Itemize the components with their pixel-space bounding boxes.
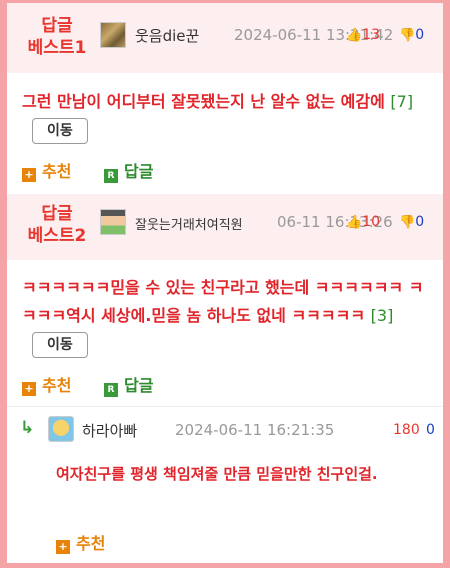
reply-count: [3] — [370, 306, 394, 325]
divider — [7, 406, 443, 407]
avatar[interactable] — [48, 416, 74, 442]
best-badge-line1: 답글 — [41, 16, 73, 36]
upvote[interactable]: 👍13 — [346, 27, 380, 43]
comment-text: ㅋㅋㅋㅋㅋㅋ믿을 수 있는 친구라고 했는데 ㅋㅋㅋㅋㅋㅋ ㅋㅋㅋㅋ역시 세상에… — [22, 278, 424, 325]
recommend-label: 추천 — [42, 162, 72, 181]
comment-date: 2024-06-11 16:21:35 — [175, 421, 335, 439]
best-badge-line2: 베스트1 — [27, 38, 87, 58]
reply-label: 답글 — [124, 162, 154, 181]
best-badge-line2: 베스트2 — [27, 226, 87, 246]
reply-icon: R — [104, 169, 118, 183]
best-badge-line1: 답글 — [41, 204, 73, 224]
thumb-up-icon: 👍 — [346, 28, 363, 43]
comment-body: ㅋㅋㅋㅋㅋㅋ믿을 수 있는 친구라고 했는데 ㅋㅋㅋㅋㅋㅋ ㅋㅋㅋㅋ역시 세상에… — [22, 274, 432, 358]
comment-body: 그런 만남이 어디부터 잘못됐는지 난 알수 없는 예감에 [7] 이동 — [22, 88, 432, 144]
downvote[interactable]: 👎0 — [399, 27, 424, 43]
reply-icon: R — [104, 383, 118, 397]
plus-icon: + — [22, 168, 36, 182]
move-button[interactable]: 이동 — [32, 332, 88, 358]
author-name[interactable]: 웃음die꾼 — [135, 25, 199, 46]
recommend-label: 추천 — [76, 534, 106, 553]
avatar[interactable] — [100, 209, 126, 235]
move-button[interactable]: 이동 — [32, 118, 88, 144]
recommend-button[interactable]: + 추천 — [22, 158, 71, 182]
reply-count: [7] — [390, 92, 414, 111]
downvote-count[interactable]: 0 — [426, 422, 435, 438]
downvote-count: 0 — [415, 214, 425, 230]
author-name[interactable]: 잘웃는거래처여직원 — [135, 214, 243, 233]
recommend-button[interactable]: + 추천 — [22, 372, 71, 396]
comment-text: 그런 만남이 어디부터 잘못됐는지 난 알수 없는 예감에 — [22, 92, 385, 111]
recommend-label: 추천 — [42, 376, 72, 395]
best-badge: 답글 베스트2 — [17, 203, 97, 247]
avatar[interactable] — [100, 22, 126, 48]
reply-label: 답글 — [124, 376, 154, 395]
author-name[interactable]: 하라아빠 — [82, 420, 137, 441]
reply-body: 여자친구를 평생 책임져줄 만큼 믿을만한 친구인걸. — [56, 465, 378, 483]
upvote-count[interactable]: 180 — [393, 422, 420, 438]
plus-icon: + — [22, 382, 36, 396]
reply-button[interactable]: R 답글 — [104, 372, 153, 397]
comment-header: 답글 베스트2 잘웃는거래처여직원 06-11 16:13:26 👍10 👎0 — [7, 194, 443, 260]
plus-icon: + — [56, 540, 70, 554]
downvote[interactable]: 👎0 — [399, 214, 424, 230]
upvote[interactable]: 👍10 — [346, 214, 380, 230]
recommend-button[interactable]: + 추천 — [56, 530, 105, 554]
upvote-count: 13 — [362, 27, 381, 43]
best-badge: 답글 베스트1 — [17, 15, 97, 59]
upvote-count: 10 — [362, 214, 381, 230]
downvote-count: 0 — [415, 27, 425, 43]
reply-button[interactable]: R 답글 — [104, 158, 153, 183]
reply-arrow-icon: ↳ — [20, 418, 35, 438]
thumb-down-icon: 👎 — [399, 28, 416, 43]
thumb-down-icon: 👎 — [399, 215, 416, 230]
comment-header: 답글 베스트1 웃음die꾼 2024-06-11 13:21:42 👍13 👎… — [7, 3, 443, 73]
thumb-up-icon: 👍 — [346, 215, 363, 230]
